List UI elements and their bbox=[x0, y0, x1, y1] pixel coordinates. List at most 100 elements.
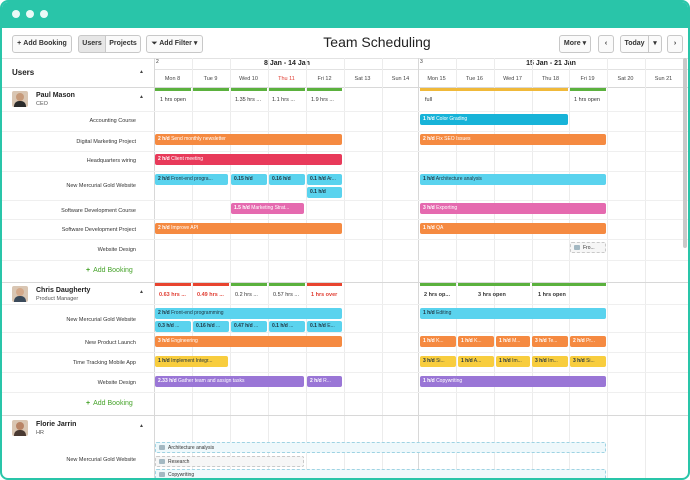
day-header: Wed 10 bbox=[239, 76, 258, 82]
app-window: + Add Booking Users Projects ⏷ Add Filter … bbox=[0, 0, 690, 480]
booking-bar[interactable]: 1 h/d K... bbox=[458, 336, 494, 347]
plus-icon: + bbox=[86, 400, 91, 407]
add-booking-link[interactable]: + Add Booking bbox=[86, 400, 133, 407]
vertical-scrollbar[interactable] bbox=[683, 58, 687, 248]
booking-bar[interactable]: 1 h/d A... bbox=[458, 356, 494, 367]
tentative-booking-bar[interactable]: Fro... bbox=[570, 242, 606, 253]
booking-bar[interactable]: 1 h/d Implement Integr... bbox=[155, 356, 228, 367]
project-row-label[interactable]: New Mercurial Gold Website bbox=[2, 317, 136, 323]
booking-bar[interactable]: 2 h/d Client meeting bbox=[155, 154, 342, 165]
booking-bar[interactable]: 2.33 h/d Gather team and assign tasks bbox=[155, 376, 304, 387]
tentative-booking-bar[interactable]: Copywriting bbox=[155, 469, 606, 478]
grid-line bbox=[192, 58, 193, 478]
users-column-header[interactable]: Users bbox=[12, 68, 34, 77]
booking-bar[interactable]: 2 h/d Pr... bbox=[570, 336, 606, 347]
row-separator bbox=[2, 239, 688, 240]
more-button[interactable]: More ▾ bbox=[559, 35, 591, 53]
project-row-label[interactable]: Accounting Course bbox=[2, 118, 136, 124]
project-row-label[interactable]: Software Development Course bbox=[2, 208, 136, 214]
tentative-booking-bar[interactable]: Architecture analysis bbox=[155, 442, 606, 453]
booking-bar[interactable]: 2 h/d Send monthly newsletter bbox=[155, 134, 342, 145]
day-header: Fri 12 bbox=[317, 76, 332, 82]
calendar-icon bbox=[159, 459, 165, 465]
booking-bar[interactable]: 1 h/d Color Grading bbox=[420, 114, 568, 125]
project-row-label[interactable]: Time Tracking Mobile App bbox=[2, 360, 136, 366]
booking-bar[interactable]: 0.16 h/d bbox=[269, 174, 305, 185]
booking-bar[interactable]: 0.3 h/d ... bbox=[155, 321, 191, 332]
booking-bar[interactable]: 3 h/d Engineering bbox=[155, 336, 342, 347]
project-row-label[interactable]: New Mercurial Gold Website bbox=[2, 457, 136, 463]
window-dot[interactable] bbox=[40, 10, 48, 18]
grid-line bbox=[607, 58, 608, 478]
booking-bar[interactable]: 3 h/d Si... bbox=[570, 356, 606, 367]
booking-bar[interactable]: 0.1 h/d ... bbox=[269, 321, 305, 332]
booking-bar[interactable]: 1 h/d K... bbox=[420, 336, 456, 347]
capacity-bar bbox=[269, 88, 305, 91]
booking-bar[interactable]: 0.15 h/d bbox=[231, 174, 267, 185]
next-week-button[interactable]: › bbox=[667, 35, 683, 53]
person-name[interactable]: Chris Daugherty bbox=[36, 287, 90, 294]
capacity-text: 0.63 hrs ... bbox=[159, 292, 186, 298]
booking-bar[interactable]: 2 h/d Front-end programming bbox=[155, 308, 342, 319]
prev-week-button[interactable]: ‹ bbox=[598, 35, 614, 53]
project-row-label[interactable]: Headquarters wiring bbox=[2, 158, 136, 164]
today-dropdown-button[interactable]: ▾ bbox=[648, 35, 662, 53]
grid-line bbox=[645, 58, 646, 478]
project-row-label[interactable]: New Mercurial Gold Website bbox=[2, 183, 136, 189]
booking-bar[interactable]: 0.16 h/d ... bbox=[193, 321, 229, 332]
add-filter-button[interactable]: ⏷ Add Filter ▾ bbox=[146, 35, 203, 53]
capacity-bar bbox=[532, 283, 606, 286]
collapse-caret-icon[interactable]: ▲ bbox=[139, 289, 144, 295]
booking-bar[interactable]: 2 h/d Improve API bbox=[155, 223, 342, 234]
collapse-caret-icon[interactable]: ▲ bbox=[139, 94, 144, 100]
booking-bar[interactable]: 3 h/d Exporting bbox=[420, 203, 606, 214]
booking-bar[interactable]: 3 h/d Si... bbox=[420, 356, 456, 367]
projects-view-button[interactable]: Projects bbox=[105, 35, 141, 53]
users-view-button[interactable]: Users bbox=[78, 35, 106, 53]
booking-bar[interactable]: 1 h/d Im... bbox=[496, 356, 530, 367]
plus-icon: + bbox=[17, 40, 22, 47]
booking-bar[interactable]: 1 h/d Architecture analysis bbox=[420, 174, 606, 185]
capacity-bar bbox=[307, 88, 342, 91]
project-row-label[interactable]: Digital Marketing Project bbox=[2, 139, 136, 145]
window-dot[interactable] bbox=[26, 10, 34, 18]
project-row-label[interactable]: Website Design bbox=[2, 247, 136, 253]
grid-line bbox=[344, 58, 345, 478]
booking-bar[interactable]: 0.47 h/d ... bbox=[231, 321, 267, 332]
calendar-icon bbox=[159, 472, 165, 478]
tentative-booking-bar[interactable]: Research bbox=[155, 456, 304, 467]
booking-bar[interactable]: 1 h/d Copywriting bbox=[420, 376, 606, 387]
person-name[interactable]: Florie Jarrin bbox=[36, 421, 76, 428]
booking-bar[interactable]: 2 h/d Fix SEO Issues bbox=[420, 134, 606, 145]
booking-bar[interactable]: 0.1 h/d bbox=[307, 187, 342, 198]
booking-bar[interactable]: 1.5 h/d Marketing Strat... bbox=[231, 203, 304, 214]
sort-caret-icon[interactable]: ▲ bbox=[139, 69, 144, 75]
collapse-caret-icon[interactable]: ▲ bbox=[139, 423, 144, 429]
capacity-text: 1 hrs open bbox=[574, 97, 600, 103]
capacity-text: full bbox=[425, 97, 433, 103]
add-booking-link[interactable]: + Add Booking bbox=[86, 267, 133, 274]
person-name[interactable]: Paul Mason bbox=[36, 92, 75, 99]
row-separator bbox=[2, 200, 688, 201]
booking-bar[interactable]: 3 h/d Im... bbox=[532, 356, 568, 367]
page-title: Team Scheduling bbox=[323, 34, 431, 50]
booking-bar[interactable]: 0.1 h/d Ar... bbox=[307, 174, 342, 185]
project-row-label[interactable]: New Product Launch bbox=[2, 340, 136, 346]
booking-bar[interactable]: 3 h/d Te... bbox=[532, 336, 568, 347]
booking-bar[interactable]: 0.1 h/d E... bbox=[307, 321, 342, 332]
add-booking-button[interactable]: + Add Booking bbox=[12, 35, 72, 53]
booking-bar[interactable]: 2 h/d R... bbox=[307, 376, 342, 387]
today-button[interactable]: Today bbox=[620, 35, 649, 53]
booking-bar[interactable]: 2 h/d Front-end progra... bbox=[155, 174, 228, 185]
grid-line bbox=[306, 58, 307, 478]
day-header: Sat 20 bbox=[617, 76, 634, 82]
project-row-label[interactable]: Website Design bbox=[2, 380, 136, 386]
booking-bar[interactable]: 1 h/d QA bbox=[420, 223, 606, 234]
booking-bar[interactable]: 1 h/d Editing bbox=[420, 308, 606, 319]
window-dot[interactable] bbox=[12, 10, 20, 18]
avatar bbox=[12, 420, 28, 436]
project-row-label[interactable]: Software Development Project bbox=[2, 227, 136, 233]
booking-bar[interactable]: 1 h/d M... bbox=[496, 336, 530, 347]
day-header: Tue 16 bbox=[466, 76, 483, 82]
capacity-text: 0.57 hrs ... bbox=[273, 292, 299, 298]
